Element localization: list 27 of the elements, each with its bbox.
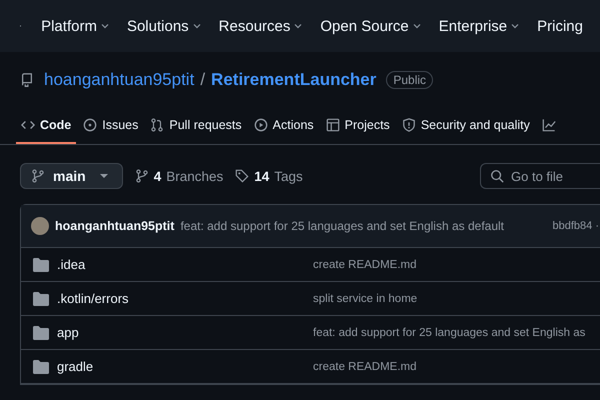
repo-tab[interactable]: Security and quality [396,108,535,144]
visibility-badge: Public [386,71,434,89]
nav-menu-item[interactable]: Platform [41,18,110,34]
go-to-file-field[interactable]: Go to file [480,163,600,189]
nav-menu-item[interactable]: Pricing [537,18,583,34]
nav-menu-item[interactable]: Solutions [126,18,202,34]
repo-tab[interactable]: Actions [248,108,319,144]
path-separator: / [200,70,206,90]
commit-message-link[interactable]: create README.md [313,360,417,372]
repo-tab[interactable]: Pull requests [145,108,247,144]
repo-tab[interactable]: Projects [320,108,395,144]
repo-tab[interactable]: Issues [78,108,144,144]
nav-menu-item[interactable]: Resources [218,18,304,34]
branch-selector[interactable]: main [20,163,123,189]
repo-owner-link[interactable]: hoanganhtuan95ptit [44,70,194,90]
commit-message-link[interactable]: split service in home [313,292,418,304]
commit-hash[interactable]: bbdfb84 · [552,220,600,232]
commit-author[interactable]: hoanganhtuan95ptit [55,219,174,233]
commit-message-link[interactable]: create README.md [313,258,417,270]
repo-name-link[interactable]: RetirementLauncher [211,70,376,90]
branches-link[interactable]: 4 Branches [134,168,224,184]
nav-menu-item[interactable]: Open Source [320,18,422,34]
commit-message[interactable]: feat: add support for 25 languages and set English as default [180,219,504,233]
tags-link[interactable]: 14 Tags [235,168,303,184]
repo-tab[interactable]: Code [16,108,76,144]
nav-menu-item[interactable]: Enterprise [438,18,520,34]
commit-message-link[interactable]: feat: add support for 25 languages and set English as [313,326,586,338]
